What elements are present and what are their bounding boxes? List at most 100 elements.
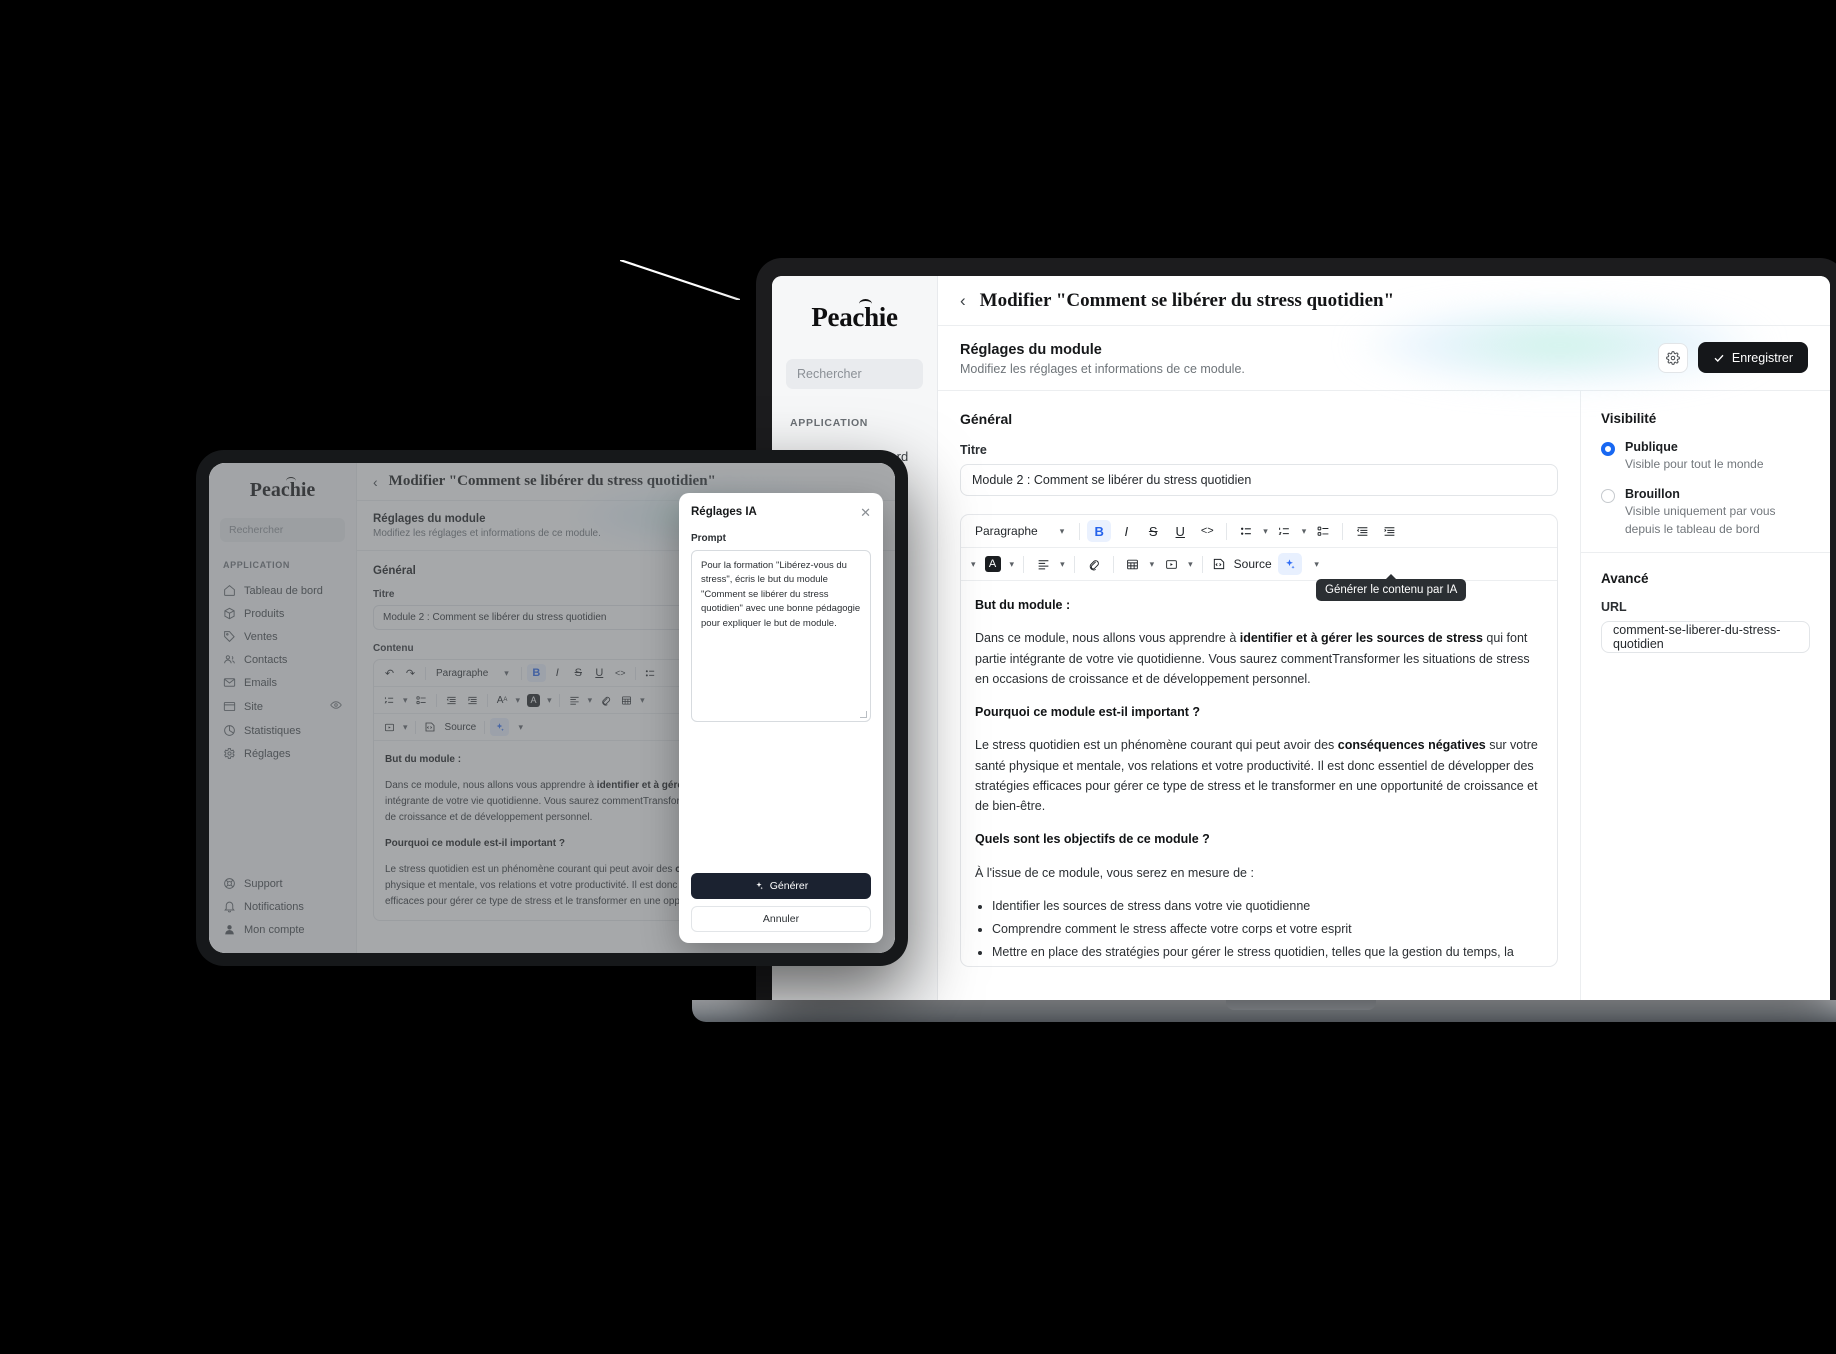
cancel-button[interactable]: Annuler (691, 906, 871, 932)
chevron-down-icon[interactable]: ▾ (1186, 559, 1195, 570)
subheader-description: Modifiez les réglages et informations de… (960, 362, 1245, 376)
title-field-label: Titre (960, 443, 987, 457)
title-input[interactable]: Module 2 : Comment se libérer du stress … (960, 464, 1558, 496)
chevron-down-icon: ▾ (1314, 558, 1319, 569)
rich-text-editor: Paragraphe ▾ B I S U <> ▾ ▾ ▾ A ▾ ▾ ▾ ▾ … (960, 514, 1558, 967)
cancel-button-label: Annuler (762, 913, 800, 925)
editor-toolbar-row-2: ▾ A ▾ ▾ ▾ ▾ Source ▾ Générer le contenu … (961, 548, 1557, 601)
settings-button[interactable] (1657, 342, 1688, 373)
p2-pre: Le stress quotidien est un phénomène cou… (975, 738, 1338, 753)
indent-icon (1384, 526, 1395, 536)
strikethrough-button[interactable]: S (1141, 520, 1165, 542)
chevron-down-icon[interactable]: ▾ (1058, 559, 1067, 570)
text-color-button[interactable]: A (981, 553, 1005, 575)
list-item: Comprendre comment le stress affecte vot… (992, 919, 1543, 939)
numbered-list-icon (1278, 527, 1290, 535)
generate-button[interactable]: Générer (691, 873, 871, 899)
panel-divider (1581, 552, 1830, 554)
inline-code-button[interactable]: <> (1195, 520, 1219, 542)
save-button[interactable]: Enregistrer (1697, 342, 1808, 373)
chevron-down-icon[interactable]: ▾ (1261, 526, 1270, 537)
doc-paragraph-3: À l'issue de ce module, vous serez en me… (975, 865, 1254, 880)
ai-generate-button[interactable] (1277, 553, 1302, 575)
paragraph-style-value: Paragraphe (975, 524, 1038, 538)
editor-toolbar-row-1: Paragraphe ▾ B I S U <> ▾ ▾ (961, 515, 1557, 548)
task-list-button[interactable] (1311, 520, 1335, 542)
dialog-title: Réglages IA (691, 506, 757, 518)
search-input[interactable]: Rechercher (786, 359, 923, 389)
doc-paragraph-2: Le stress quotidien est un phénomène cou… (975, 735, 1543, 816)
link-button[interactable] (1082, 553, 1106, 575)
sidebar-section-label: APPLICATION (790, 417, 869, 429)
laptop-device: Peachie Rechercher APPLICATION Tableau d… (692, 258, 1836, 1022)
chevron-down-icon[interactable]: ▾ (1300, 526, 1309, 537)
main-area: ‹ Modifier "Comment se libérer du stress… (938, 276, 1830, 1000)
align-left-icon (1038, 559, 1048, 569)
toolbar-separator (1226, 522, 1228, 540)
gear-icon (1666, 350, 1680, 365)
brand-logo[interactable]: Peachie (772, 299, 937, 333)
subheader-title: Réglages du module (960, 342, 1102, 358)
subheader: Réglages du module Modifiez les réglages… (938, 300, 1830, 391)
url-input-value: comment-se-liberer-du-stress-quotidien (1613, 623, 1781, 652)
source-button[interactable] (1210, 553, 1228, 575)
indent-button[interactable] (1377, 520, 1401, 542)
toolbar-separator (1201, 555, 1203, 573)
right-panel: Visibilité Publique Visible pour tout le… (1580, 391, 1830, 1000)
align-button[interactable] (1031, 553, 1055, 575)
prompt-value: Pour la formation "Libérez-vous du stres… (701, 560, 861, 629)
option-description: Visible uniquement par vous depuis le ta… (1625, 504, 1776, 536)
chevron-down-icon[interactable]: ▾ (969, 559, 978, 570)
list-item: Identifier les sources de stress dans vo… (992, 896, 1543, 916)
close-icon[interactable]: ✕ (860, 506, 871, 519)
subheader-actions: Enregistrer (1657, 342, 1808, 373)
media-button[interactable] (1159, 553, 1183, 575)
sparkle-icon (1286, 558, 1295, 569)
toolbar-separator (1073, 555, 1075, 573)
underline-button[interactable]: U (1168, 520, 1192, 542)
ai-settings-dialog: Réglages IA ✕ Prompt Pour la formation "… (679, 493, 883, 943)
search-placeholder: Rechercher (797, 367, 862, 381)
url-field-label: URL (1601, 600, 1627, 615)
advanced-section-title: Avancé (1601, 571, 1649, 587)
back-button[interactable]: ‹ (960, 292, 966, 309)
text-color-icon: A (984, 556, 1001, 572)
editor-document[interactable]: But du module : Dans ce module, nous all… (961, 581, 1557, 963)
check-icon (1714, 354, 1724, 362)
dialog-actions: Générer Annuler (691, 873, 871, 932)
source-code-icon (1213, 558, 1224, 570)
outdent-button[interactable] (1350, 520, 1374, 542)
brand-name: Peachie (811, 302, 898, 332)
screenshot-stage: Peachie Rechercher APPLICATION Tableau d… (0, 0, 1836, 1354)
radio-unselected-icon (1601, 489, 1615, 504)
visibility-option-brouillon[interactable]: Brouillon Visible uniquement par vous de… (1601, 487, 1810, 538)
list-item: Mettre en place des stratégies pour gére… (992, 942, 1543, 962)
radio-selected-icon (1601, 442, 1615, 456)
link-icon (1089, 559, 1099, 570)
resize-handle[interactable] (860, 711, 867, 718)
numbered-list-button[interactable] (1273, 520, 1297, 542)
p1-bold: identifier et à gérer les sources de str… (1239, 631, 1483, 646)
bold-button[interactable]: B (1087, 520, 1112, 542)
generate-button-label: Générer (769, 880, 809, 892)
content-column: Général Titre Module 2 : Comment se libé… (938, 391, 1580, 1000)
prompt-textarea[interactable]: Pour la formation "Libérez-vous du stres… (691, 550, 871, 722)
table-button[interactable] (1121, 553, 1145, 575)
ai-options-button[interactable]: ▾ (1305, 553, 1329, 575)
chevron-down-icon[interactable]: ▾ (1148, 559, 1157, 570)
chevron-down-icon[interactable]: ▾ (1008, 559, 1017, 570)
visibility-option-publique[interactable]: Publique Visible pour tout le monde (1601, 440, 1810, 473)
prompt-label: Prompt (691, 533, 726, 544)
doc-heading-2: Pourquoi ce module est-il important ? (975, 705, 1201, 719)
paragraph-style-select[interactable]: Paragraphe ▾ (969, 521, 1072, 541)
bullet-list-button[interactable] (1234, 520, 1258, 542)
toolbar-separator (1023, 555, 1025, 573)
url-input[interactable]: comment-se-liberer-du-stress-quotidien (1601, 621, 1810, 654)
content-body: Général Titre Module 2 : Comment se libé… (938, 391, 1830, 1000)
outdent-icon (1356, 526, 1368, 536)
ai-tooltip: Générer le contenu par IA (1316, 574, 1467, 601)
doc-paragraph-1: Dans ce module, nous allons vous apprend… (975, 628, 1543, 689)
desktop-screen: Peachie Rechercher APPLICATION Tableau d… (772, 276, 1830, 1000)
italic-button[interactable]: I (1114, 520, 1138, 542)
option-label: Brouillon (1625, 487, 1680, 502)
